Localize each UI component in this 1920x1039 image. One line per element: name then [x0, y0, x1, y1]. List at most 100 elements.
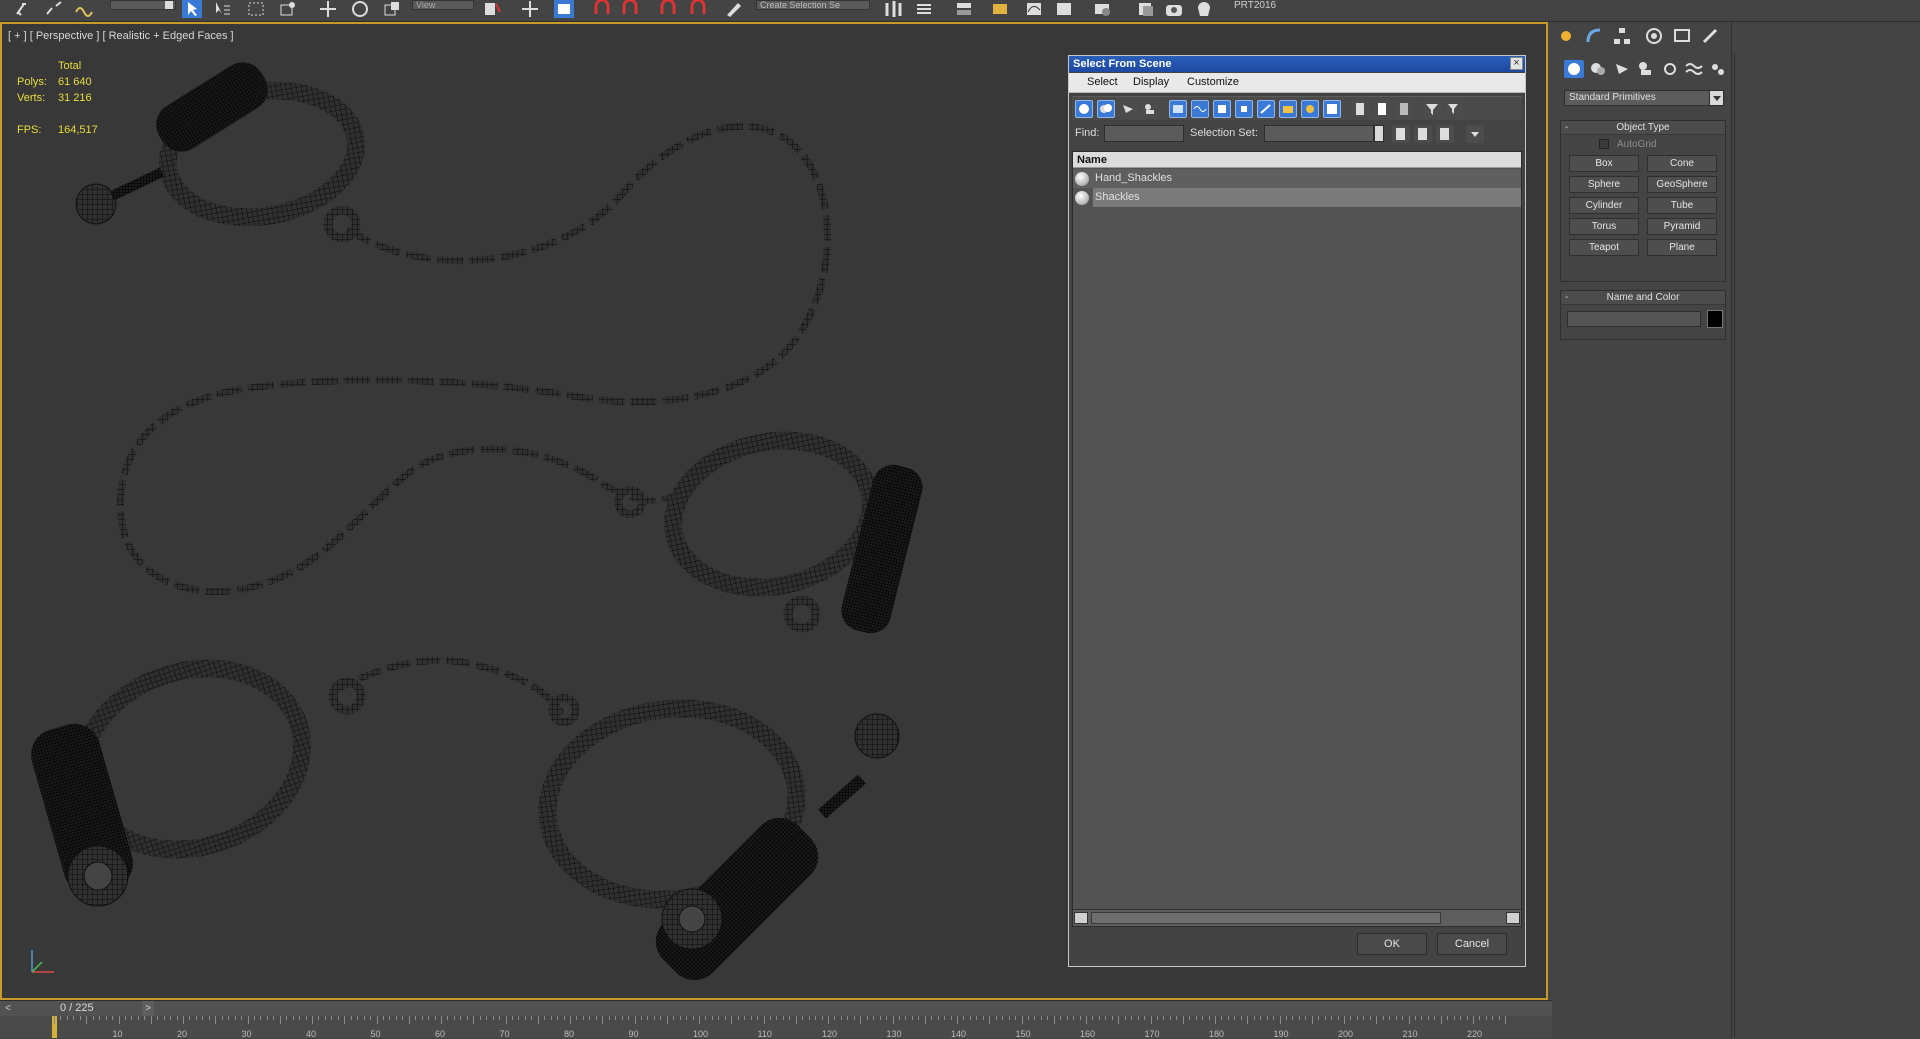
cameras-category-icon[interactable] — [1636, 60, 1656, 78]
link-icon[interactable] — [14, 0, 34, 18]
ok-button[interactable]: OK — [1357, 933, 1427, 955]
next-frame-button[interactable]: > — [142, 1001, 154, 1016]
display-containers-icon[interactable] — [1279, 100, 1297, 118]
display-lights-icon[interactable] — [1119, 100, 1137, 118]
object-type-header[interactable]: - Object Type — [1561, 121, 1725, 135]
display-all-icon[interactable] — [1351, 100, 1369, 118]
schematic-view-icon[interactable] — [1054, 0, 1074, 18]
scale-icon[interactable] — [382, 0, 402, 18]
material-editor-icon[interactable] — [1092, 0, 1112, 18]
unlink-icon[interactable] — [44, 0, 64, 18]
remove-from-selection-set-icon[interactable] — [1436, 125, 1454, 143]
graphite-tools-icon[interactable] — [990, 0, 1010, 18]
display-groups-icon[interactable] — [1213, 100, 1231, 118]
selection-filter-combo[interactable] — [110, 0, 176, 10]
display-frozen-icon[interactable] — [1301, 100, 1319, 118]
display-helpers-icon[interactable] — [1169, 100, 1187, 118]
display-bones-icon[interactable] — [1257, 100, 1275, 118]
systems-category-icon[interactable] — [1708, 60, 1728, 78]
display-geometry-icon[interactable] — [1075, 100, 1093, 118]
plane-button[interactable]: Plane — [1647, 239, 1717, 256]
options-dropdown-icon[interactable] — [1466, 125, 1484, 143]
cancel-button[interactable]: Cancel — [1437, 933, 1507, 955]
render-setup-icon[interactable] — [1136, 0, 1156, 18]
menu-customize[interactable]: Customize — [1187, 76, 1239, 88]
list-item[interactable]: Shackles — [1073, 188, 1521, 207]
dialog-title[interactable]: Select From Scene — [1069, 56, 1525, 72]
curve-editor-icon[interactable] — [1024, 0, 1044, 18]
spacewarps-category-icon[interactable] — [1684, 60, 1704, 78]
bind-spacewarp-icon[interactable] — [74, 0, 94, 18]
display-none-icon[interactable] — [1373, 100, 1391, 118]
geosphere-button[interactable]: GeoSphere — [1647, 176, 1717, 193]
move-icon[interactable] — [318, 0, 338, 18]
reference-coordinate-combo[interactable]: View — [412, 0, 474, 10]
selection-set-dropdown-arrow-icon[interactable] — [1374, 125, 1384, 142]
object-color-swatch[interactable] — [1707, 310, 1723, 328]
selection-set-combo[interactable] — [1264, 125, 1374, 142]
rectangular-selection-icon[interactable] — [246, 0, 266, 18]
tube-button[interactable]: Tube — [1647, 197, 1717, 214]
percent-snap-icon[interactable] — [658, 0, 678, 18]
menu-display[interactable]: Display — [1133, 76, 1169, 88]
select-manipulate-icon[interactable] — [520, 0, 540, 18]
teapot-button[interactable]: Teapot — [1569, 239, 1639, 256]
rotate-icon[interactable] — [350, 0, 370, 18]
display-shapes-icon[interactable] — [1097, 100, 1115, 118]
find-input[interactable] — [1104, 125, 1184, 142]
primitive-category-dropdown[interactable]: Standard Primitives — [1564, 90, 1724, 106]
angle-snap-icon[interactable] — [620, 0, 640, 18]
display-tab-icon[interactable] — [1672, 26, 1692, 46]
pivot-center-icon[interactable] — [482, 0, 502, 18]
list-item[interactable]: Hand_Shackles — [1073, 169, 1521, 188]
rendered-frame-window-icon[interactable] — [1164, 0, 1184, 18]
track-bar[interactable]: 10 20 30 40 50 60 70 80 90 100 110 120 130 140 150 160 1… — [0, 1016, 1552, 1039]
cylinder-button[interactable]: Cylinder — [1569, 197, 1639, 214]
create-tab-icon[interactable] — [1556, 26, 1576, 46]
add-to-selection-set-icon[interactable] — [1414, 125, 1432, 143]
menu-select[interactable]: Select — [1087, 76, 1118, 88]
scroll-thumb[interactable] — [1091, 912, 1441, 924]
window-crossing-icon[interactable] — [278, 0, 298, 18]
spinner-snap-icon[interactable] — [688, 0, 708, 18]
utilities-tab-icon[interactable] — [1700, 26, 1720, 46]
filter-icon[interactable] — [1423, 100, 1441, 118]
name-and-color-header[interactable]: - Name and Color — [1561, 291, 1725, 305]
object-name-input[interactable] — [1567, 311, 1701, 327]
geometry-category-icon[interactable] — [1564, 60, 1584, 78]
motion-tab-icon[interactable] — [1644, 26, 1664, 46]
keyboard-shortcut-override-icon[interactable] — [554, 0, 574, 18]
shapes-category-icon[interactable] — [1588, 60, 1608, 78]
scroll-right-button[interactable] — [1506, 912, 1520, 924]
mirror-icon[interactable] — [884, 0, 904, 18]
filter-options-icon[interactable] — [1445, 100, 1463, 118]
modify-tab-icon[interactable] — [1584, 26, 1604, 46]
snaps-toggle-icon[interactable] — [592, 0, 612, 18]
display-cameras-icon[interactable] — [1141, 100, 1159, 118]
sphere-button[interactable]: Sphere — [1569, 176, 1639, 193]
select-by-name-icon[interactable] — [212, 0, 232, 18]
time-slider[interactable]: < 0 / 225 > — [0, 1000, 1552, 1016]
column-header-name[interactable]: Name — [1073, 152, 1521, 168]
torus-button[interactable]: Torus — [1569, 218, 1639, 235]
align-icon[interactable] — [914, 0, 934, 18]
create-selection-set-icon[interactable] — [1392, 125, 1410, 143]
display-hidden-icon[interactable] — [1323, 100, 1341, 118]
pyramid-button[interactable]: Pyramid — [1647, 218, 1717, 235]
horizontal-scrollbar[interactable] — [1073, 909, 1521, 926]
lights-category-icon[interactable] — [1612, 60, 1632, 78]
autogrid-checkbox[interactable]: AutoGrid — [1599, 139, 1656, 150]
box-button[interactable]: Box — [1569, 155, 1639, 172]
previous-frame-button[interactable]: < — [2, 1001, 14, 1016]
helpers-category-icon[interactable] — [1660, 60, 1680, 78]
select-object-icon[interactable] — [182, 0, 202, 18]
display-spacewarps-icon[interactable] — [1191, 100, 1209, 118]
edit-named-selection-icon[interactable] — [724, 0, 744, 18]
dialog-close-button[interactable]: × — [1510, 57, 1523, 70]
named-selection-sets-combo[interactable]: Create Selection Se — [756, 0, 870, 10]
hierarchy-tab-icon[interactable] — [1612, 26, 1632, 46]
scroll-left-button[interactable] — [1074, 912, 1088, 924]
display-invert-icon[interactable] — [1395, 100, 1413, 118]
render-production-icon[interactable] — [1194, 0, 1214, 18]
display-xrefs-icon[interactable] — [1235, 100, 1253, 118]
